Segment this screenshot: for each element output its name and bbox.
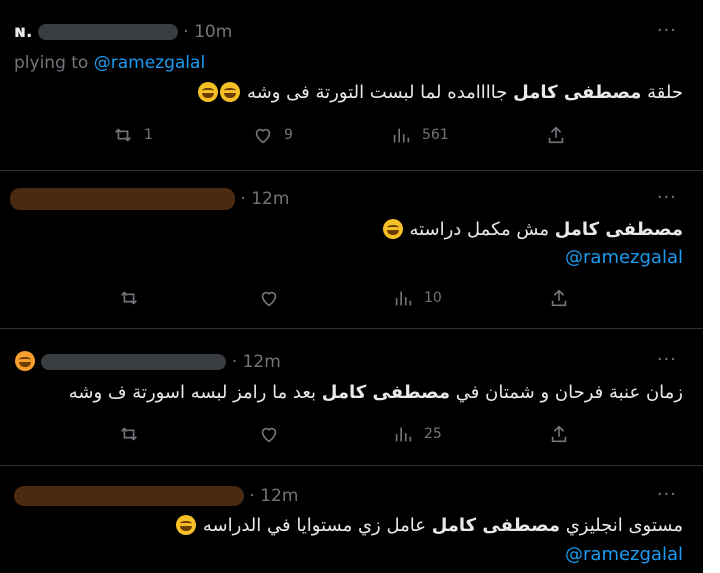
more-icon[interactable]: ··· (657, 484, 677, 505)
text-post: مش مكمل دراسته (409, 219, 555, 240)
views-button[interactable]: 561 (390, 124, 449, 146)
tweet-actions: 10 (0, 287, 703, 313)
views-icon (395, 427, 412, 442)
laughing-emoji-icon (176, 515, 197, 535)
reply-mention-link[interactable]: @ramezgalal (94, 53, 205, 73)
more-icon[interactable]: ··· (657, 20, 677, 41)
share-icon (551, 425, 567, 443)
views-icon (393, 128, 410, 143)
replying-to: plying to @ramezgalal (14, 53, 205, 73)
text-post: عامل زي مستوايا في الدراسه (202, 515, 432, 536)
views-button[interactable]: 25 (392, 423, 442, 445)
angry-emoji-icon (15, 351, 35, 371)
mention-link[interactable]: @ramezgalal (565, 544, 683, 565)
tweet-actions: 25 (0, 423, 703, 449)
text-bold: مصطفى كامل (321, 382, 451, 403)
retweet-button[interactable] (118, 423, 140, 445)
tweet-2[interactable]: · 12m ··· مصطفى كامل مش مكمل دراسته @ram… (0, 171, 703, 328)
laughing-emoji-icon (198, 82, 219, 102)
heart-icon (255, 128, 271, 144)
tweet-time[interactable]: · 12m (249, 486, 298, 506)
tweet-3[interactable]: · 12m ··· زمان عنبة فرحان و شمتان في مصط… (0, 329, 703, 465)
heart-icon (261, 427, 277, 443)
user-name[interactable]: ɴ. (14, 22, 32, 42)
tweet-header: · 12m (14, 486, 298, 506)
more-icon[interactable]: ··· (657, 349, 677, 370)
text-post: جاااامده لما لبست التورتة فى وشه (247, 82, 514, 103)
tweet-header: ɴ. · 10m (14, 22, 232, 42)
like-button[interactable] (258, 287, 280, 309)
tweet-4[interactable]: · 12m ··· مستوى انجليزي مصطفى كامل عامل … (0, 466, 703, 573)
views-count: 25 (424, 426, 442, 442)
redacted-user (14, 486, 244, 506)
like-button[interactable]: 9 (252, 124, 293, 146)
replying-label: plying to (14, 53, 89, 73)
tweet-header: · 12m (14, 351, 281, 372)
text-pre: حلقة (641, 82, 683, 103)
retweet-button[interactable]: 1 (112, 124, 153, 146)
retweet-icon (121, 291, 137, 305)
like-button[interactable] (258, 423, 280, 445)
mention-link[interactable]: @ramezgalal (565, 247, 683, 268)
tweet-time[interactable]: · 12m (232, 352, 281, 372)
views-icon (395, 291, 412, 306)
retweet-icon (121, 427, 137, 441)
text-post: بعد ما رامز لبسه اسورتة ف وشه (68, 382, 322, 403)
text-bold: مصطفى كامل (554, 219, 683, 240)
retweet-button[interactable] (118, 287, 140, 309)
timeline: ɴ. · 10m ··· plying to @ramezgalal حلقة … (0, 0, 703, 573)
redacted-user (10, 188, 235, 210)
share-button[interactable] (548, 423, 570, 445)
laughing-emoji-icon (220, 82, 241, 102)
like-count: 9 (284, 127, 293, 143)
share-icon (548, 126, 564, 144)
retweet-count: 1 (144, 127, 153, 143)
tweet-text: حلقة مصطفى كامل جاااامده لما لبست التورت… (197, 82, 683, 103)
tweet-time[interactable]: · 10m (183, 22, 232, 42)
tweet-time[interactable]: · 12m (240, 189, 289, 209)
heart-icon (261, 291, 277, 307)
text-bold: مصطفى كامل (513, 82, 642, 103)
views-button[interactable]: 10 (392, 287, 442, 309)
share-button[interactable] (548, 287, 570, 309)
laughing-emoji-icon (382, 219, 403, 239)
tweet-actions: 1 9 561 (0, 124, 703, 150)
text-pre: زمان عنبة فرحان و شمتان في (450, 382, 683, 403)
share-icon (551, 289, 567, 307)
more-icon[interactable]: ··· (657, 187, 677, 208)
tweet-text: مستوى انجليزي مصطفى كامل عامل زي مستوايا… (175, 515, 683, 536)
text-bold: مصطفى كامل (431, 515, 560, 536)
tweet-header: · 12m (10, 188, 289, 210)
redacted-handle (41, 354, 227, 370)
retweet-icon (115, 128, 131, 142)
tweet-text: زمان عنبة فرحان و شمتان في مصطفى كامل بع… (69, 382, 683, 403)
views-count: 561 (422, 127, 449, 143)
text-pre: مستوى انجليزي (559, 515, 683, 536)
share-button[interactable] (545, 124, 567, 146)
tweet-text: مصطفى كامل مش مكمل دراسته (382, 219, 683, 240)
redacted-handle (37, 24, 178, 40)
views-count: 10 (424, 290, 442, 306)
tweet-1[interactable]: ɴ. · 10m ··· plying to @ramezgalal حلقة … (0, 0, 703, 170)
